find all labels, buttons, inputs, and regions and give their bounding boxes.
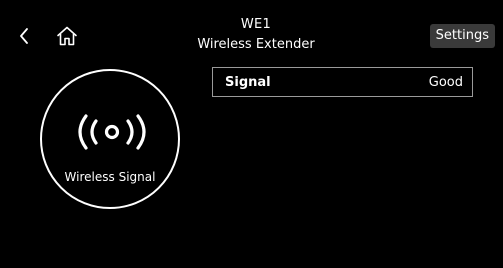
home-icon (57, 26, 77, 46)
signal-value: Good (428, 74, 463, 90)
wireless-signal-indicator: Wireless Signal (40, 69, 180, 209)
wireless-signal-label: Wireless Signal (64, 170, 156, 184)
wireless-signal-icon (78, 114, 146, 150)
signal-label: Signal (225, 74, 271, 90)
device-subtitle: Wireless Extender (197, 37, 315, 52)
device-name: WE1 (240, 17, 272, 32)
signal-status-row: Signal Good (212, 67, 473, 97)
home-button[interactable] (56, 25, 78, 47)
back-button[interactable] (16, 25, 32, 47)
header-title: WE1 Wireless Extender (180, 17, 332, 54)
chevron-left-icon (20, 28, 28, 44)
settings-button[interactable]: Settings (429, 24, 495, 48)
